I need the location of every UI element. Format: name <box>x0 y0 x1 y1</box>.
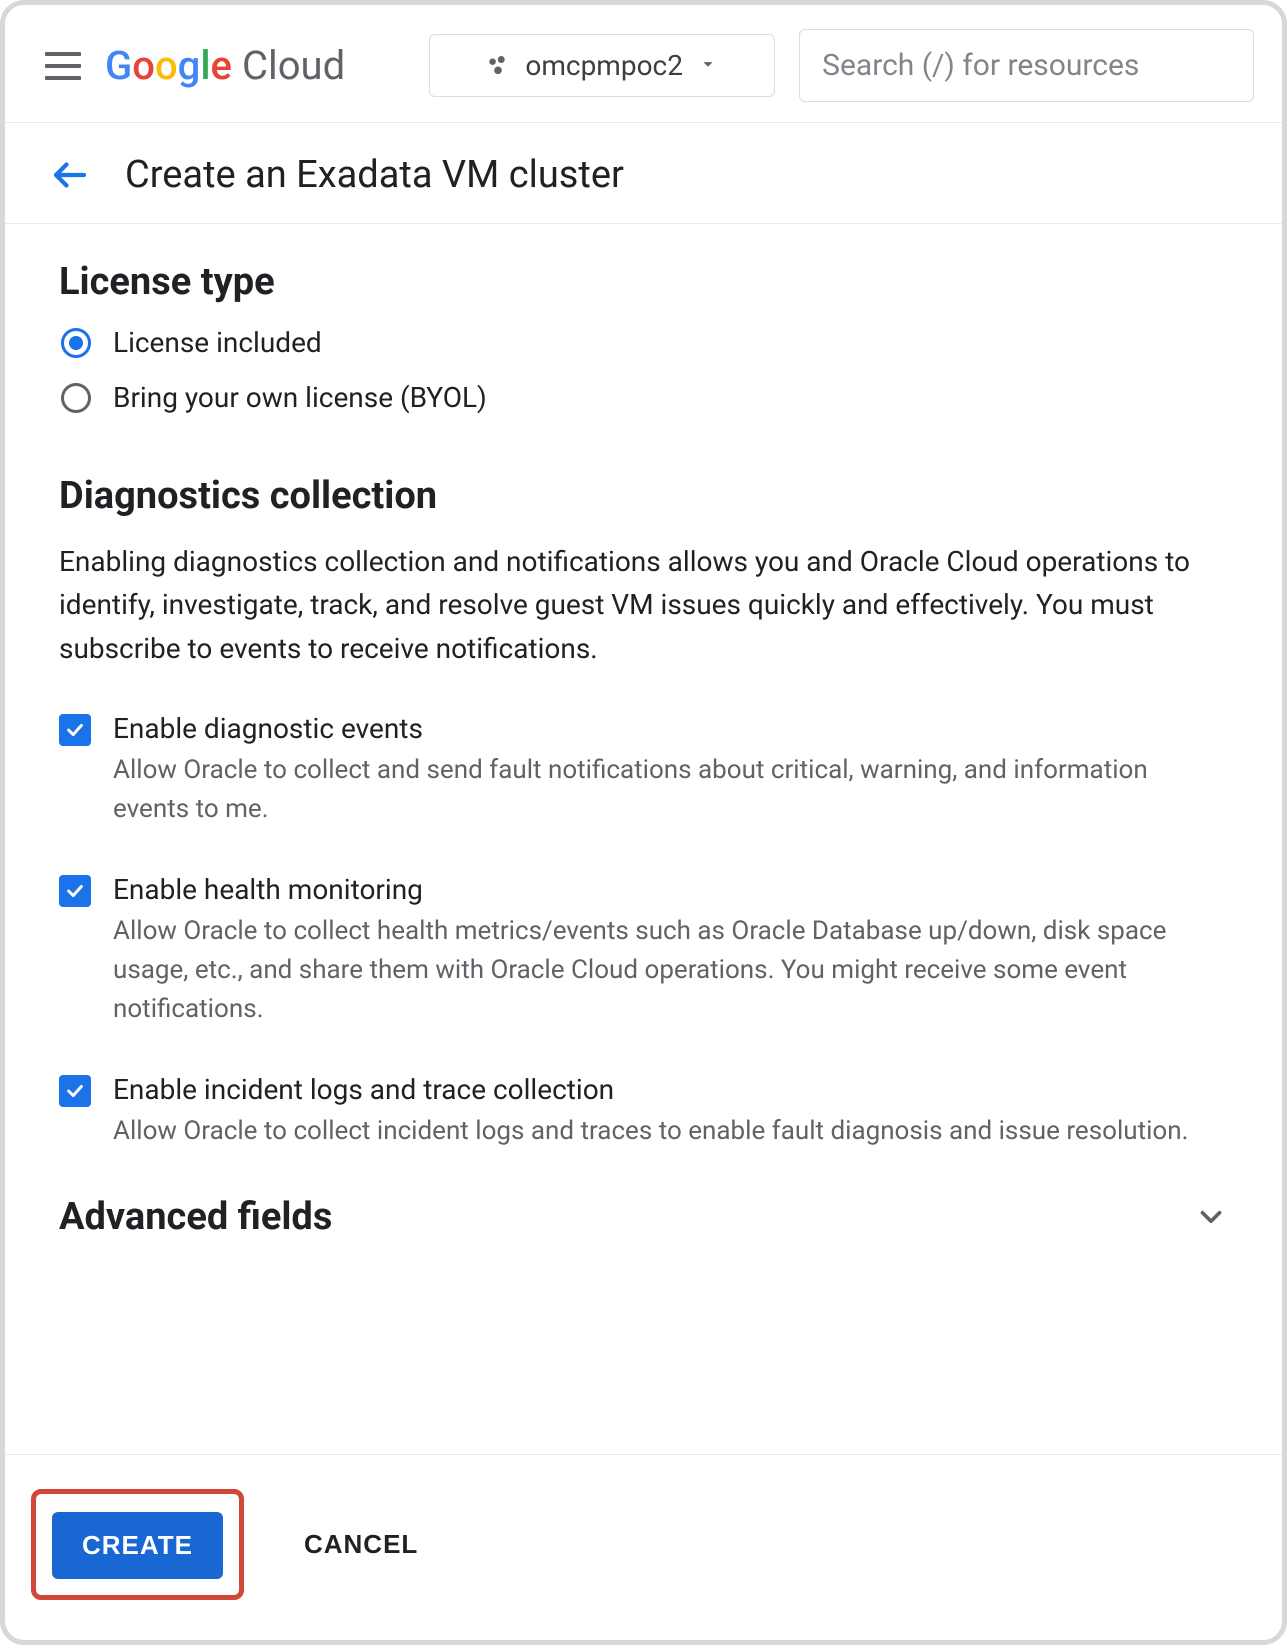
checkbox-description: Allow Oracle to collect health metrics/e… <box>113 912 1228 1029</box>
license-type-heading: License type <box>59 260 1228 304</box>
radio-icon <box>61 383 91 413</box>
cancel-button[interactable]: CANCEL <box>298 1528 424 1561</box>
checkbox-label: Enable diagnostic events <box>113 712 1228 745</box>
back-arrow-icon[interactable] <box>49 154 91 196</box>
checkbox-description: Allow Oracle to collect incident logs an… <box>113 1112 1188 1151</box>
create-button-highlight: CREATE <box>31 1489 244 1600</box>
create-button[interactable]: CREATE <box>52 1512 223 1579</box>
radio-byol[interactable]: Bring your own license (BYOL) <box>61 381 1228 414</box>
chevron-down-icon <box>697 49 719 82</box>
checkbox-label: Enable incident logs and trace collectio… <box>113 1073 1188 1106</box>
radio-label: Bring your own license (BYOL) <box>113 381 487 414</box>
checkbox-description: Allow Oracle to collect and send fault n… <box>113 751 1228 829</box>
project-name: omcpmpoc2 <box>525 49 683 82</box>
top-bar: Google Cloud omcpmpoc2 Search (/) for re… <box>5 5 1282 123</box>
checkbox-diagnostic-events: Enable diagnostic events Allow Oracle to… <box>59 712 1228 829</box>
logo-google: Google <box>105 46 232 86</box>
license-type-radio-group: License included Bring your own license … <box>61 326 1228 414</box>
logo-cloud: Cloud <box>242 46 345 86</box>
project-picker[interactable]: omcpmpoc2 <box>429 34 775 97</box>
advanced-fields-toggle[interactable]: Advanced fields <box>59 1195 1228 1239</box>
project-icon <box>485 53 511 79</box>
title-row: Create an Exadata VM cluster <box>5 123 1282 224</box>
page-title: Create an Exadata VM cluster <box>125 153 624 197</box>
diagnostics-heading: Diagnostics collection <box>59 474 1228 518</box>
diagnostics-description: Enabling diagnostics collection and noti… <box>59 540 1228 670</box>
checkbox-icon[interactable] <box>59 875 91 907</box>
radio-icon <box>61 328 91 358</box>
checkbox-label: Enable health monitoring <box>113 873 1228 906</box>
checkbox-icon[interactable] <box>59 1075 91 1107</box>
main-content: License type License included Bring your… <box>5 224 1282 1454</box>
menu-icon[interactable] <box>45 52 81 80</box>
radio-label: License included <box>113 326 322 359</box>
google-cloud-logo: Google Cloud <box>105 46 345 86</box>
radio-license-included[interactable]: License included <box>61 326 1228 359</box>
footer-actions: CREATE CANCEL <box>5 1454 1282 1640</box>
advanced-fields-heading: Advanced fields <box>59 1195 332 1239</box>
checkbox-health-monitoring: Enable health monitoring Allow Oracle to… <box>59 873 1228 1029</box>
search-input[interactable]: Search (/) for resources <box>799 29 1254 102</box>
checkbox-incident-logs: Enable incident logs and trace collectio… <box>59 1073 1228 1151</box>
chevron-down-icon <box>1194 1200 1228 1234</box>
checkbox-icon[interactable] <box>59 714 91 746</box>
